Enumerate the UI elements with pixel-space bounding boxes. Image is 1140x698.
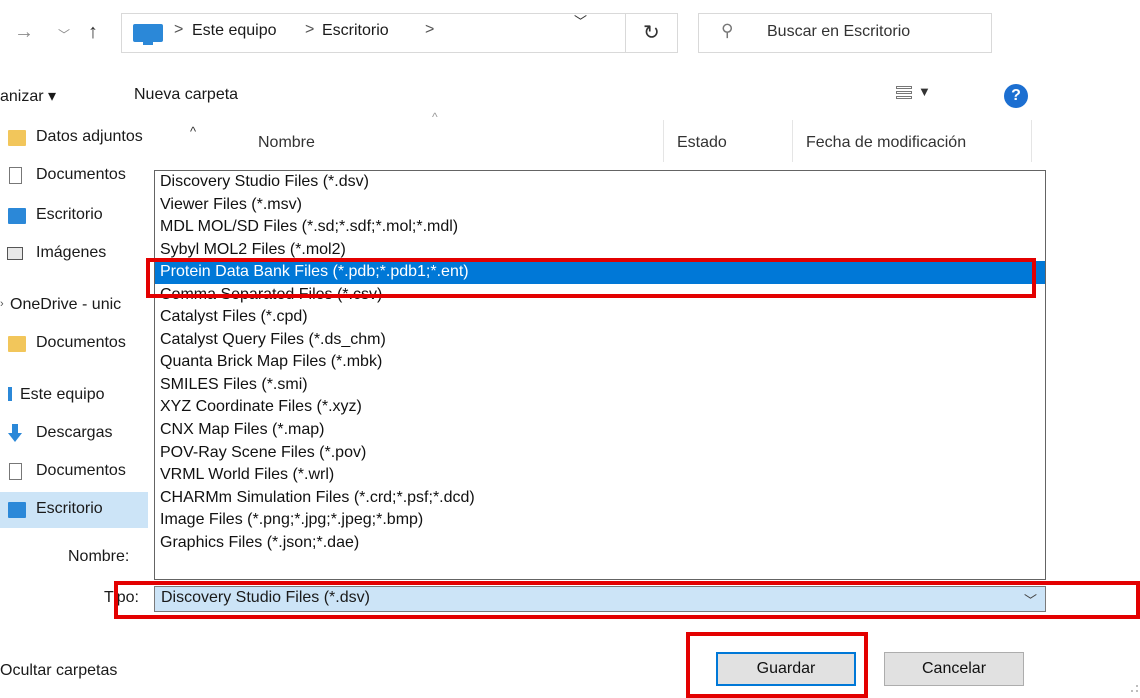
nav-item-documentos-pc[interactable]: Documentos — [0, 454, 148, 490]
file-type-option[interactable]: SMILES Files (*.smi) — [155, 374, 1045, 397]
column-divider — [663, 120, 664, 162]
file-type-option[interactable]: XYZ Coordinate Files (*.xyz) — [155, 396, 1045, 419]
nav-item-label: Documentos — [36, 462, 126, 479]
resize-grip-icon[interactable] — [1128, 680, 1140, 698]
file-type-option[interactable]: MDL MOL/SD Files (*.sd;*.sdf;*.mol;*.mdl… — [155, 216, 1045, 239]
nav-scroll-up-icon[interactable]: ^ — [190, 124, 196, 139]
nav-item-label: Imágenes — [36, 244, 107, 261]
file-type-option[interactable]: VRML World Files (*.wrl) — [155, 464, 1045, 487]
search-icon: ⚲ — [721, 21, 734, 40]
search-box[interactable]: ⚲ Buscar en Escritorio — [698, 13, 992, 53]
sort-ascending-icon: ^ — [432, 110, 438, 124]
nav-item-escritorio[interactable]: Escritorio — [0, 198, 148, 234]
up-arrow-icon[interactable]: ↑ — [88, 22, 98, 42]
document-icon — [9, 463, 22, 480]
refresh-icon: ↻ — [643, 22, 660, 44]
nav-item-label: Descargas — [36, 424, 113, 441]
file-type-option[interactable]: Image Files (*.png;*.jpg;*.jpeg;*.bmp) — [155, 509, 1045, 532]
column-header-modified[interactable]: Fecha de modificación — [806, 134, 966, 152]
address-bar[interactable]: > Este equipo > Escritorio > — [121, 13, 626, 53]
breadcrumb-este-equipo[interactable]: Este equipo — [192, 22, 277, 40]
file-type-option[interactable]: Quanta Brick Map Files (*.mbk) — [155, 351, 1045, 374]
nav-item-datos-adjuntos[interactable]: Datos adjuntos — [0, 120, 148, 156]
file-type-option[interactable]: Catalyst Files (*.cpd) — [155, 306, 1045, 329]
help-icon[interactable]: ? — [1004, 84, 1028, 108]
cancel-button[interactable]: Cancelar — [884, 652, 1024, 686]
file-type-option[interactable]: Viewer Files (*.msv) — [155, 194, 1045, 217]
nav-item-descargas[interactable]: Descargas — [0, 416, 148, 452]
file-type-option[interactable]: POV-Ray Scene Files (*.pov) — [155, 442, 1045, 465]
column-divider — [1031, 120, 1032, 162]
nav-item-label: OneDrive - unic — [10, 296, 122, 313]
nav-item-label: Datos adjuntos — [36, 128, 143, 145]
nav-item-label: Escritorio — [36, 206, 103, 223]
breadcrumb-separator: > — [305, 21, 315, 38]
nav-item-onedrive[interactable]: › OneDrive - unic — [0, 288, 148, 324]
file-type-option[interactable]: Catalyst Query Files (*.ds_chm) — [155, 329, 1045, 352]
column-header-status[interactable]: Estado — [677, 134, 727, 152]
view-options-icon[interactable] — [896, 86, 912, 104]
back-arrow-icon[interactable]: → — [14, 22, 34, 42]
nav-item-documentos[interactable]: Documentos — [0, 158, 148, 194]
search-placeholder: Buscar en Escritorio — [767, 23, 911, 40]
filename-label: Nombre: — [68, 548, 130, 565]
nav-item-label: Documentos — [36, 166, 126, 183]
folder-icon — [8, 130, 26, 146]
annotation-highlight-save-button — [686, 632, 868, 698]
refresh-button[interactable]: ↻ — [626, 13, 678, 53]
breadcrumb-escritorio[interactable]: Escritorio — [322, 22, 389, 40]
nav-item-escritorio-pc[interactable]: Escritorio — [0, 492, 148, 528]
pictures-icon — [7, 247, 23, 260]
file-type-option[interactable]: Graphics Files (*.json;*.dae) — [155, 532, 1045, 555]
nav-item-label: Documentos — [36, 334, 126, 351]
nav-item-label: Escritorio — [36, 500, 103, 517]
recent-locations-chevron-icon[interactable]: ﹀ — [58, 25, 70, 45]
document-icon — [9, 167, 22, 184]
hide-folders-toggle[interactable]: Ocultar carpetas — [0, 662, 117, 680]
breadcrumb-separator: > — [425, 21, 435, 38]
nav-item-este-equipo[interactable]: Este equipo — [0, 378, 148, 414]
breadcrumb-separator: > — [174, 21, 184, 38]
computer-icon — [8, 387, 12, 401]
file-type-option[interactable]: CHARMm Simulation Files (*.crd;*.psf;*.d… — [155, 487, 1045, 510]
nav-item-label: Este equipo — [20, 386, 105, 403]
column-header-name[interactable]: Nombre — [258, 134, 315, 152]
file-type-option[interactable]: Discovery Studio Files (*.dsv) — [155, 171, 1045, 194]
desktop-icon — [8, 502, 26, 518]
annotation-highlight-pdb-option — [146, 258, 1036, 298]
nav-item-onedrive-documentos[interactable]: Documentos — [0, 326, 148, 362]
address-dropdown-icon[interactable]: ﹀ — [574, 11, 587, 30]
nav-item-imagenes[interactable]: Imágenes — [0, 236, 148, 272]
chevron-right-icon[interactable]: › — [0, 298, 4, 310]
view-options-chevron-icon[interactable]: ▼ — [918, 84, 931, 99]
organize-menu[interactable]: anizar ▾ — [0, 86, 56, 106]
this-pc-icon — [133, 24, 163, 45]
new-folder-button[interactable]: Nueva carpeta — [134, 86, 238, 104]
annotation-highlight-type-field — [114, 581, 1140, 619]
download-icon — [8, 424, 22, 442]
folder-icon — [8, 336, 26, 352]
column-divider — [792, 120, 793, 162]
file-type-option[interactable]: CNX Map Files (*.map) — [155, 419, 1045, 442]
file-type-dropdown-list[interactable]: Discovery Studio Files (*.dsv) Viewer Fil… — [154, 170, 1046, 580]
desktop-icon — [8, 208, 26, 224]
